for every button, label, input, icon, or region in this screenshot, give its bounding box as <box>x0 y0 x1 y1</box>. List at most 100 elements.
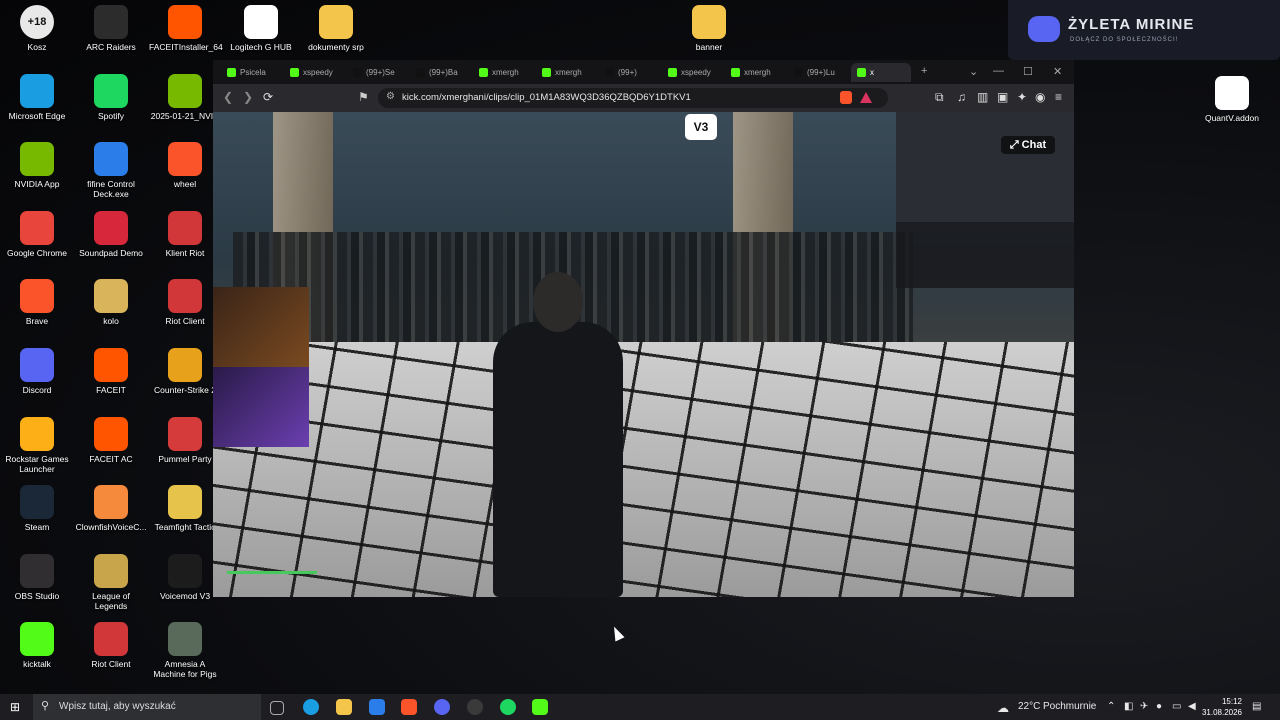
wallet-icon[interactable]: ▣ <box>997 90 1008 104</box>
recycle-bin-icon: +18 <box>20 5 54 39</box>
desktop-icon[interactable]: OBS Studio <box>1 554 73 601</box>
browser-window: Psicela xspeedy (99+)Se (99+)Ba xmergh xmergh… <box>213 60 1074 597</box>
desktop-icon[interactable]: Spotify <box>75 74 147 121</box>
desktop-icon[interactable]: Google Chrome <box>1 211 73 258</box>
bookmark-icon[interactable]: ⚑ <box>358 90 369 104</box>
desktop-icon[interactable]: Amnesia A Machine for Pigs <box>149 622 221 679</box>
desktop-icon[interactable]: ARC Raiders <box>75 5 147 52</box>
tab-favicon-icon <box>416 68 425 77</box>
desktop-icon[interactable]: Brave <box>1 279 73 326</box>
minimize-button[interactable]: — <box>993 65 1004 77</box>
desktop-icon[interactable]: kolo <box>75 279 147 326</box>
menu-icon[interactable]: ≡ <box>1055 90 1062 104</box>
video-player[interactable]: V3 ⤢ Chat <box>213 112 1074 597</box>
desktop-icon[interactable]: Pummel Party <box>149 417 221 464</box>
tray-network-icon[interactable]: ✈ <box>1140 701 1148 712</box>
tray-chevron-icon[interactable]: ⌃ <box>1107 701 1115 712</box>
desktop-icon[interactable]: Logitech G HUB <box>225 5 297 52</box>
tray-app-icon[interactable]: ◧ <box>1124 701 1133 712</box>
desktop-icon[interactable]: Klient Riot <box>149 211 221 258</box>
browser-tab[interactable]: (99+)Se <box>347 63 407 82</box>
taskbar-spotify-icon[interactable] <box>500 699 516 715</box>
reload-icon[interactable]: ⟳ <box>263 90 273 104</box>
desktop-icon[interactable]: 2025-01-21_NVID <box>149 74 221 121</box>
close-window-button[interactable]: ✕ <box>1053 65 1062 78</box>
desktop-icon[interactable]: fifine Control Deck.exe <box>75 142 147 199</box>
desktop-icon[interactable]: FACEITInstaller_64 <box>149 5 223 52</box>
taskbar-explorer-icon[interactable] <box>336 699 352 715</box>
desktop-icon-label: Logitech G HUB <box>230 42 292 52</box>
chat-button[interactable]: ⤢ Chat <box>1001 136 1055 154</box>
forward-icon[interactable]: ❯ <box>243 90 253 104</box>
tab-label: Psicela <box>240 68 266 77</box>
desktop-icon[interactable]: FACEIT AC <box>75 417 147 464</box>
taskbar-edge-icon[interactable] <box>303 699 319 715</box>
desktop-icon[interactable]: FACEIT <box>75 348 147 395</box>
tray-mic-icon[interactable]: ● <box>1156 701 1162 712</box>
desktop-icon[interactable]: wheel <box>149 142 221 189</box>
brave-shields-icon[interactable] <box>840 91 852 104</box>
sidebar-icon[interactable]: ▥ <box>977 90 988 104</box>
tray-display-icon[interactable]: ▭ <box>1172 701 1181 712</box>
vpn-icon[interactable]: ◉ <box>1035 90 1045 104</box>
browser-tab[interactable]: (99+)Ba <box>410 63 470 82</box>
desktop-icon[interactable]: Voicemod V3 <box>149 554 221 601</box>
taskbar-discord-icon[interactable] <box>434 699 450 715</box>
taskbar-ghub-icon[interactable] <box>467 699 483 715</box>
browser-tab[interactable]: (99+) <box>599 63 659 82</box>
desktop-icon[interactable]: Discord <box>1 348 73 395</box>
site-info-icon[interactable]: ⚙ <box>386 91 395 102</box>
desktop-icon[interactable]: Steam <box>1 485 73 532</box>
desktop-icon[interactable]: QuantV.addon <box>1196 76 1268 123</box>
new-tab-button[interactable]: + <box>921 65 927 77</box>
desktop-icon[interactable]: Counter-Strike 2 <box>149 348 221 395</box>
media-icon[interactable]: ♫ <box>957 90 966 104</box>
weather-temp[interactable]: 22°C <box>1018 701 1040 712</box>
back-icon[interactable]: ❮ <box>223 90 233 104</box>
weather-icon[interactable]: ☁ <box>997 701 1009 715</box>
tab-label: xspeedy <box>303 68 333 77</box>
clock[interactable]: 15:12 31.08.2026 <box>1198 696 1242 718</box>
notifications-icon[interactable]: ▤ <box>1252 701 1261 712</box>
extensions-icon[interactable]: ⧉ <box>935 90 944 105</box>
taskbar-search[interactable]: ⚲ Wpisz tutaj, aby wyszukać <box>33 694 261 720</box>
clock-date: 31.08.2026 <box>1201 708 1242 717</box>
desktop-icon[interactable]: +18 Kosz <box>1 5 73 52</box>
browser-tab[interactable]: Psicela <box>221 63 281 82</box>
desktop-icon[interactable]: Riot Client <box>149 279 221 326</box>
desktop-icon[interactable]: NVIDIA App <box>1 142 73 189</box>
desktop-icon[interactable]: Microsoft Edge <box>1 74 73 121</box>
browser-tab[interactable]: xmergh <box>725 63 785 82</box>
volume-icon[interactable]: ◀ <box>1188 701 1196 712</box>
tab-search-icon[interactable]: ⌄ <box>969 65 978 78</box>
desktop-icon[interactable]: League of Legends <box>75 554 147 611</box>
desktop-icon[interactable]: Teamfight Tactic <box>149 485 221 532</box>
browser-tab[interactable]: xmergh <box>536 63 596 82</box>
taskbar-store-icon[interactable] <box>369 699 385 715</box>
player-character <box>493 322 623 597</box>
brave-rewards-icon[interactable] <box>860 92 872 103</box>
taskbar-brave-icon[interactable] <box>401 699 417 715</box>
chat-overlay <box>896 222 1074 288</box>
browser-tab[interactable]: xspeedy <box>662 63 722 82</box>
desktop-icon[interactable]: banner <box>673 5 745 52</box>
discord-banner[interactable]: ŻYLETA MIRINE DOŁĄCZ DO SPOŁECZNOŚCI! <box>1008 0 1280 60</box>
start-windows-icon[interactable]: ⊞ <box>10 700 20 714</box>
desktop-icon[interactable]: Soundpad Demo <box>75 211 147 258</box>
browser-tab[interactable]: xspeedy <box>284 63 344 82</box>
desktop-icon[interactable]: kicktalk <box>1 622 73 669</box>
task-view-icon[interactable] <box>270 701 284 715</box>
desktop-icon[interactable]: dokumenty srp <box>300 5 372 52</box>
desktop-icon[interactable]: Rockstar Games Launcher <box>1 417 73 474</box>
browser-tab[interactable]: x <box>851 63 911 82</box>
url-field[interactable]: ⚙ kick.com/xmerghani/clips/clip_01M1A83W… <box>378 88 888 108</box>
kick-icon <box>20 622 54 656</box>
desktop-icon[interactable]: ClownfishVoiceC... <box>75 485 147 532</box>
leo-icon[interactable]: ✦ <box>1017 90 1027 104</box>
maximize-button[interactable]: ☐ <box>1023 65 1033 78</box>
weather-desc[interactable]: Pochmurnie <box>1043 701 1096 712</box>
browser-tab[interactable]: (99+)Lu <box>788 63 848 82</box>
desktop-icon[interactable]: Riot Client <box>75 622 147 669</box>
taskbar-kick-icon[interactable] <box>532 699 548 715</box>
browser-tab[interactable]: xmergh <box>473 63 533 82</box>
